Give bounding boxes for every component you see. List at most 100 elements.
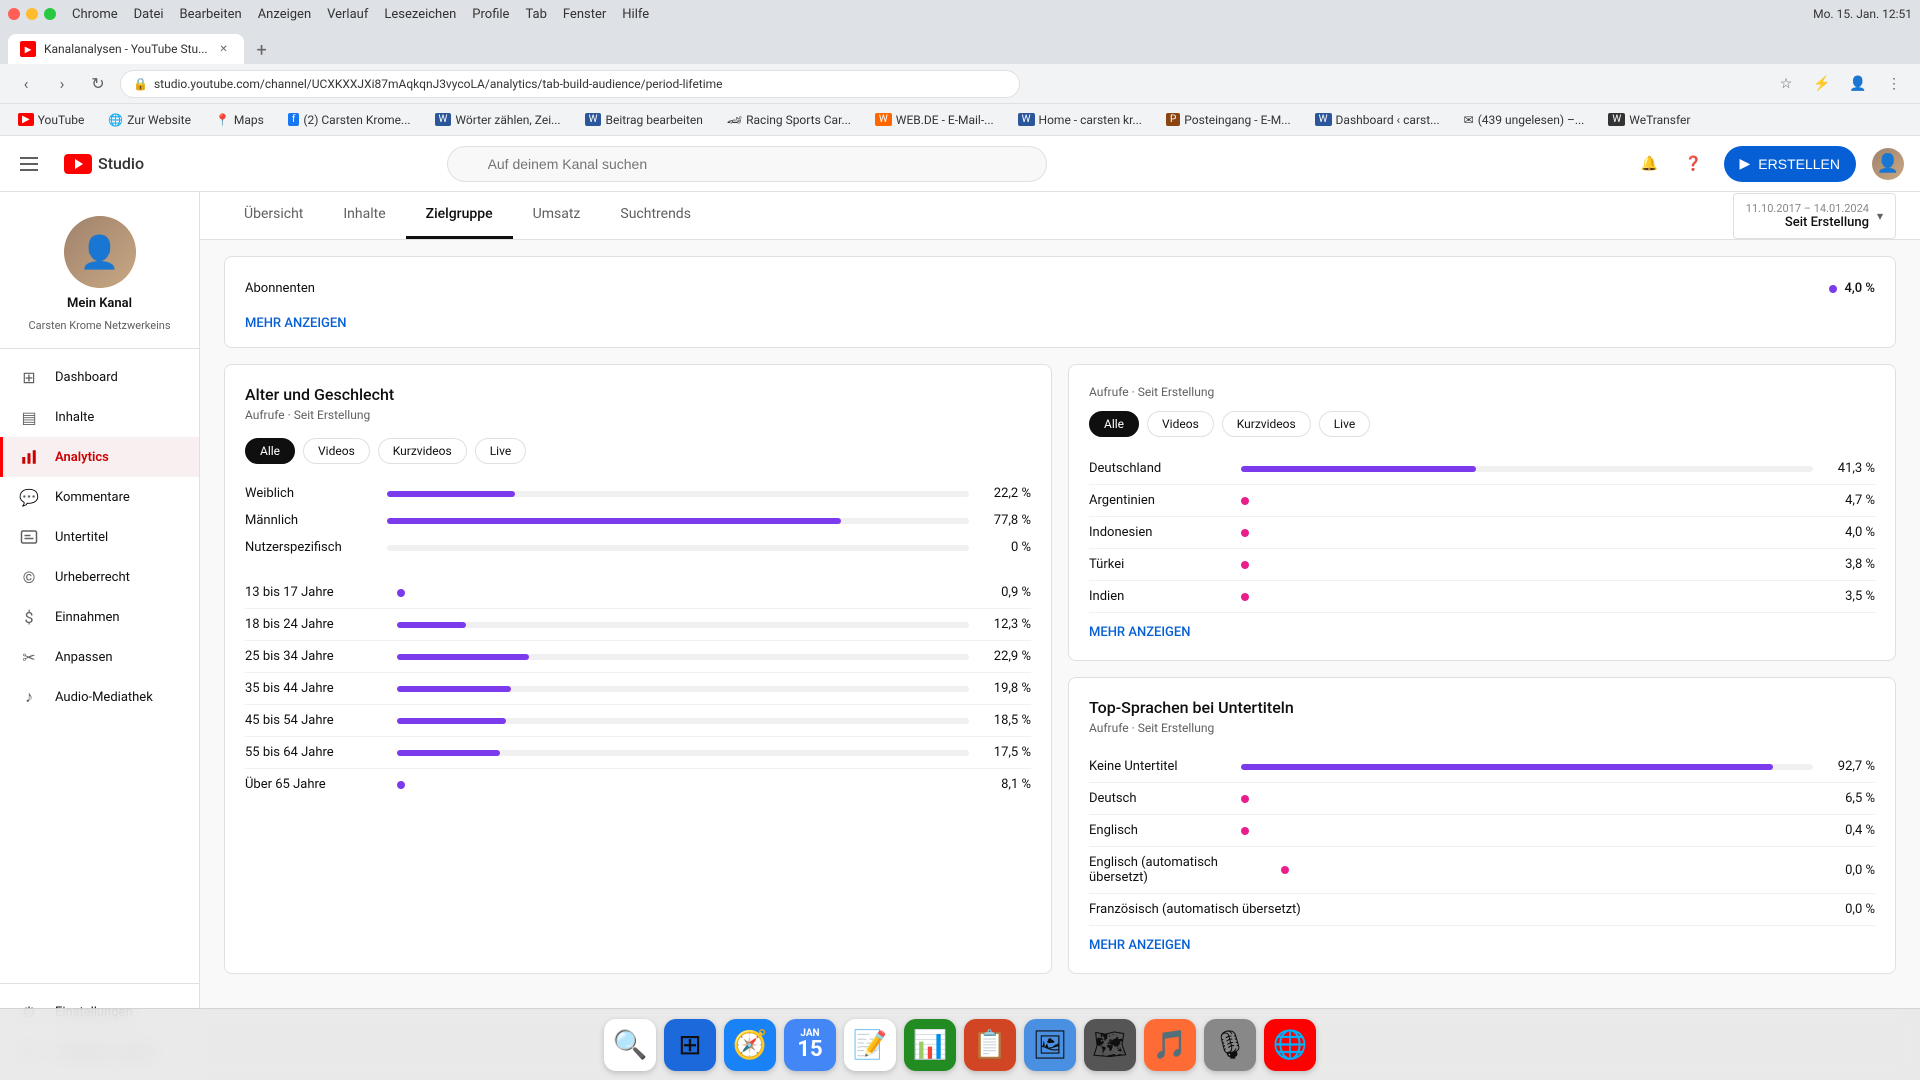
dock-maps[interactable]: 🗺 <box>1084 1019 1136 1071</box>
tab-uebersicht[interactable]: Übersicht <box>224 192 323 239</box>
sidebar-item-inhalte[interactable]: ▤ Inhalte <box>0 397 199 437</box>
menu-datei[interactable]: Datei <box>134 7 164 22</box>
close-button[interactable] <box>8 8 20 20</box>
age-label-55-64: 55 bis 64 Jahre <box>245 745 385 760</box>
age-value-18-24: 12,3 % <box>981 617 1031 632</box>
dock-finder[interactable]: 🔍 <box>604 1019 656 1071</box>
tab-suchtrends[interactable]: Suchtrends <box>600 192 711 239</box>
sidebar-item-urheberrecht[interactable]: © Urheberrecht <box>0 557 199 597</box>
search-bar <box>447 146 1047 182</box>
dock-word[interactable]: 📝 <box>844 1019 896 1071</box>
countries-more-link[interactable]: MEHR ANZEIGEN <box>1089 625 1190 640</box>
tab-inhalte[interactable]: Inhalte <box>323 192 405 239</box>
sidebar-item-dashboard[interactable]: ⊞ Dashboard <box>0 357 199 397</box>
pill-alle[interactable]: Alle <box>245 438 295 464</box>
date-range-selector[interactable]: 11.10.2017 – 14.01.2024 Seit Erstellung … <box>1733 193 1896 239</box>
extension-icon[interactable]: ⚡ <box>1808 70 1836 98</box>
main-grid: Alter und Geschlecht Aufrufe · Seit Erst… <box>224 364 1896 974</box>
bookmark-beitrag[interactable]: W Beitrag bearbeiten <box>579 111 709 129</box>
sidebar-item-audio[interactable]: ♪ Audio-Mediathek <box>0 677 199 717</box>
subscribers-more-link[interactable]: MEHR ANZEIGEN <box>245 316 346 331</box>
lang-value-deutsch: 6,5 % <box>1825 791 1875 806</box>
dock-calendar[interactable]: JAN15 <box>784 1019 836 1071</box>
menu-tab[interactable]: Tab <box>525 7 546 22</box>
dock-chrome[interactable]: 🌐 <box>1264 1019 1316 1071</box>
dock-launchpad[interactable]: ⊞ <box>664 1019 716 1071</box>
more-options-icon[interactable]: ⋮ <box>1880 70 1908 98</box>
age-row-55-64: 55 bis 64 Jahre 17,5 % <box>245 737 1031 769</box>
menu-hilfe[interactable]: Hilfe <box>622 7 649 22</box>
forward-button[interactable]: › <box>48 70 76 98</box>
channel-info: 👤 Mein Kanal Carsten Krome Netzwerkeins <box>0 200 199 349</box>
bookmark-mail[interactable]: ✉ (439 ungelesen) –... <box>1458 111 1591 129</box>
countries-pill-videos[interactable]: Videos <box>1147 411 1214 437</box>
sidebar-item-kommentare[interactable]: 💬 Kommentare <box>0 477 199 517</box>
dock-photos[interactable]: 🖼 <box>1024 1019 1076 1071</box>
dock-powerpoint[interactable]: 📋 <box>964 1019 1016 1071</box>
dock-podcast[interactable]: 🎙 <box>1204 1019 1256 1071</box>
bookmark-wetransfer[interactable]: W WeTransfer <box>1602 111 1696 129</box>
bookmark-home[interactable]: W Home - carsten kr... <box>1012 111 1148 129</box>
languages-more-link[interactable]: MEHR ANZEIGEN <box>1089 938 1190 953</box>
bookmark-carsten[interactable]: f (2) Carsten Krome... <box>282 111 417 129</box>
bookmark-youtube[interactable]: ▶ YouTube <box>12 111 90 129</box>
country-dot-turkei-wrap <box>1241 561 1813 569</box>
countries-pill-kurzvideos[interactable]: Kurzvideos <box>1222 411 1311 437</box>
sidebar-item-einnahmen[interactable]: $ Einnahmen <box>0 597 199 637</box>
sidebar-label-inhalte: Inhalte <box>55 410 94 425</box>
tab-umsatz[interactable]: Umsatz <box>513 192 601 239</box>
new-tab-button[interactable]: + <box>248 36 276 64</box>
search-input[interactable] <box>447 146 1047 182</box>
lang-dot-englisch-wrap <box>1241 827 1813 835</box>
lang-label-keine: Keine Untertitel <box>1089 759 1229 774</box>
back-button[interactable]: ‹ <box>12 70 40 98</box>
tab-close-button[interactable]: ✕ <box>216 41 232 57</box>
pill-videos[interactable]: Videos <box>303 438 370 464</box>
pill-kurzvideos[interactable]: Kurzvideos <box>378 438 467 464</box>
help-icon[interactable]: ❓ <box>1680 150 1708 178</box>
menu-fenster[interactable]: Fenster <box>563 7 606 22</box>
bookmark-star-icon[interactable]: ☆ <box>1772 70 1800 98</box>
reload-button[interactable]: ↻ <box>84 70 112 98</box>
bookmark-website[interactable]: 🌐 Zur Website <box>102 111 197 129</box>
menu-profile[interactable]: Profile <box>472 7 509 22</box>
bookmark-maps[interactable]: 📍 Maps <box>209 111 270 129</box>
lang-value-keine: 92,7 % <box>1825 759 1875 774</box>
menu-verlauf[interactable]: Verlauf <box>327 7 368 22</box>
profile-icon[interactable]: 👤 <box>1844 70 1872 98</box>
dock-excel[interactable]: 📊 <box>904 1019 956 1071</box>
gender-bar-wrap-mannlich <box>387 518 969 524</box>
address-bar: ‹ › ↻ 🔒 studio.youtube.com/channel/UCXKX… <box>0 64 1920 104</box>
create-button[interactable]: ▶ ERSTELLEN <box>1724 146 1856 182</box>
bookmark-webde[interactable]: W WEB.DE - E-Mail-... <box>869 111 1000 129</box>
bookmark-racing[interactable]: 🏎 Racing Sports Car... <box>721 111 857 129</box>
active-tab[interactable]: ▶ Kanalanalysen - YouTube Stu... ✕ <box>8 34 244 64</box>
pill-live[interactable]: Live <box>475 438 526 464</box>
dock-music[interactable]: 🎵 <box>1144 1019 1196 1071</box>
menu-lesezeichen[interactable]: Lesezeichen <box>384 7 456 22</box>
menu-anzeigen[interactable]: Anzeigen <box>258 7 311 22</box>
menu-bearbeiten[interactable]: Bearbeiten <box>180 7 242 22</box>
bookmark-posteingang[interactable]: P Posteingang - E-M... <box>1160 111 1297 129</box>
menu-chrome[interactable]: Chrome <box>72 7 118 22</box>
countries-filters: Alle Videos Kurzvideos Live <box>1089 411 1875 437</box>
bookmark-dashboard[interactable]: W Dashboard ‹ carst... <box>1309 111 1446 129</box>
age-row-65plus: Über 65 Jahre 8,1 % <box>245 769 1031 800</box>
dock-safari[interactable]: 🧭 <box>724 1019 776 1071</box>
hamburger-menu[interactable] <box>16 148 48 180</box>
tab-zielgruppe[interactable]: Zielgruppe <box>406 192 513 239</box>
country-value-turkei: 3,8 % <box>1825 557 1875 572</box>
url-bar[interactable]: 🔒 studio.youtube.com/channel/UCXKXXJXi87… <box>120 70 1020 98</box>
user-avatar[interactable]: 👤 <box>1872 148 1904 180</box>
channel-avatar[interactable]: 👤 <box>64 216 136 288</box>
top-nav: Studio 🔔 ❓ ▶ ERSTELLEN 👤 <box>0 136 1920 192</box>
minimize-button[interactable] <box>26 8 38 20</box>
countries-pill-alle[interactable]: Alle <box>1089 411 1139 437</box>
sidebar-item-analytics[interactable]: Analytics <box>0 437 199 477</box>
countries-pill-live[interactable]: Live <box>1319 411 1370 437</box>
sidebar-item-untertitel[interactable]: Untertitel <box>0 517 199 557</box>
sidebar-item-anpassen[interactable]: ✂ Anpassen <box>0 637 199 677</box>
fullscreen-button[interactable] <box>44 8 56 20</box>
bookmark-worter[interactable]: W Wörter zählen, Zei... <box>429 111 567 129</box>
notifications-icon[interactable]: 🔔 <box>1636 150 1664 178</box>
